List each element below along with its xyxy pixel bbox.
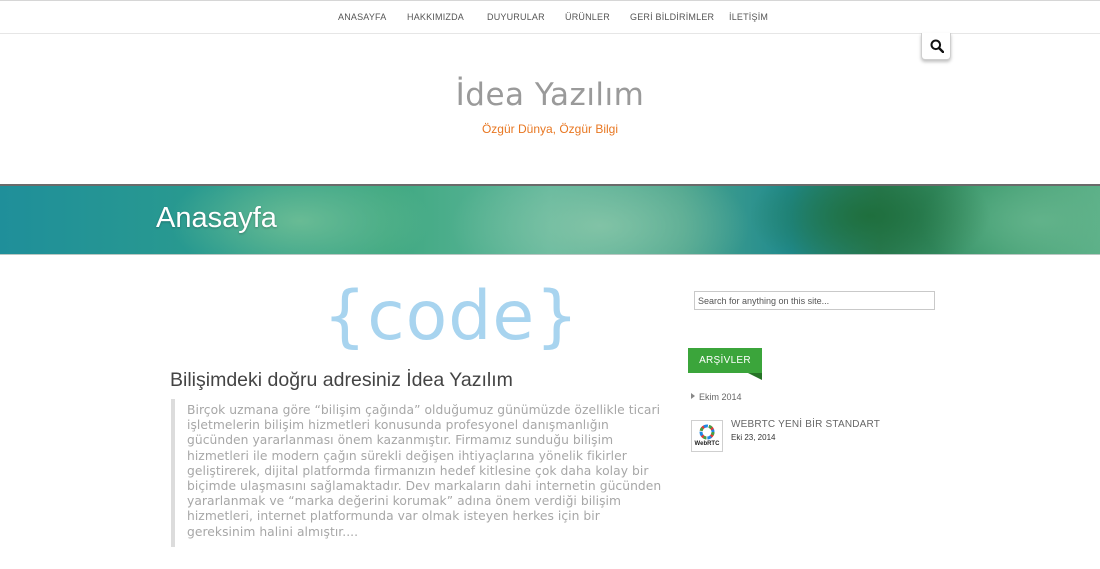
widget-ribbon-tail — [748, 373, 762, 380]
archives-widget-title: ARŞİVLER — [688, 348, 762, 380]
recent-post-title[interactable]: WEBRTC YENİ BİR STANDART — [731, 419, 880, 430]
nav-item-anasayfa[interactable]: ANASAYFA — [338, 12, 386, 22]
page-title: Anasayfa — [156, 202, 277, 234]
archive-link-label: Ekim 2014 — [699, 392, 742, 402]
archive-link-ekim-2014[interactable]: Ekim 2014 — [691, 392, 742, 402]
site-title[interactable]: İdea Yazılım — [0, 77, 1100, 113]
nav-item-duyurular[interactable]: DUYURULAR — [487, 12, 545, 22]
recent-post-thumbnail[interactable]: WebRTC — [691, 420, 723, 452]
nav-item-urunler[interactable]: ÜRÜNLER — [565, 12, 610, 22]
nav-menu: ANASAYFA HAKKIMIZDA DUYURULAR ÜRÜNLER GE… — [0, 1, 1100, 33]
search-toggle-button[interactable] — [921, 33, 951, 60]
site-tagline: Özgür Dünya, Özgür Bilgi — [481, 122, 619, 136]
code-logo-image: {code} — [323, 277, 580, 356]
webrtc-logo-icon — [699, 424, 715, 440]
archives-widget-label: ARŞİVLER — [699, 355, 751, 366]
caret-right-icon — [691, 393, 695, 399]
sidebar-search-input[interactable] — [694, 291, 935, 310]
nav-item-hakkimizda[interactable]: HAKKIMIZDA — [407, 12, 464, 22]
post-excerpt-text: Birçok uzmana göre “bilişim çağında” old… — [187, 403, 662, 539]
thumb-label: WebRTC — [694, 441, 720, 447]
search-icon — [930, 39, 944, 53]
post-title[interactable]: Bilişimdeki doğru adresiniz İdea Yazılım — [170, 369, 513, 392]
post-excerpt-blockquote: Birçok uzmana göre “bilişim çağında” old… — [171, 399, 671, 547]
recent-post-date: Eki 23, 2014 — [731, 433, 776, 442]
nav-item-iletisim[interactable]: İLETİŞİM — [729, 12, 768, 22]
nav-item-geri-bildirimler[interactable]: GERİ BİLDİRİMLER — [630, 12, 714, 22]
top-navigation: ANASAYFA HAKKIMIZDA DUYURULAR ÜRÜNLER GE… — [0, 0, 1100, 34]
page-banner: Anasayfa — [0, 184, 1100, 255]
